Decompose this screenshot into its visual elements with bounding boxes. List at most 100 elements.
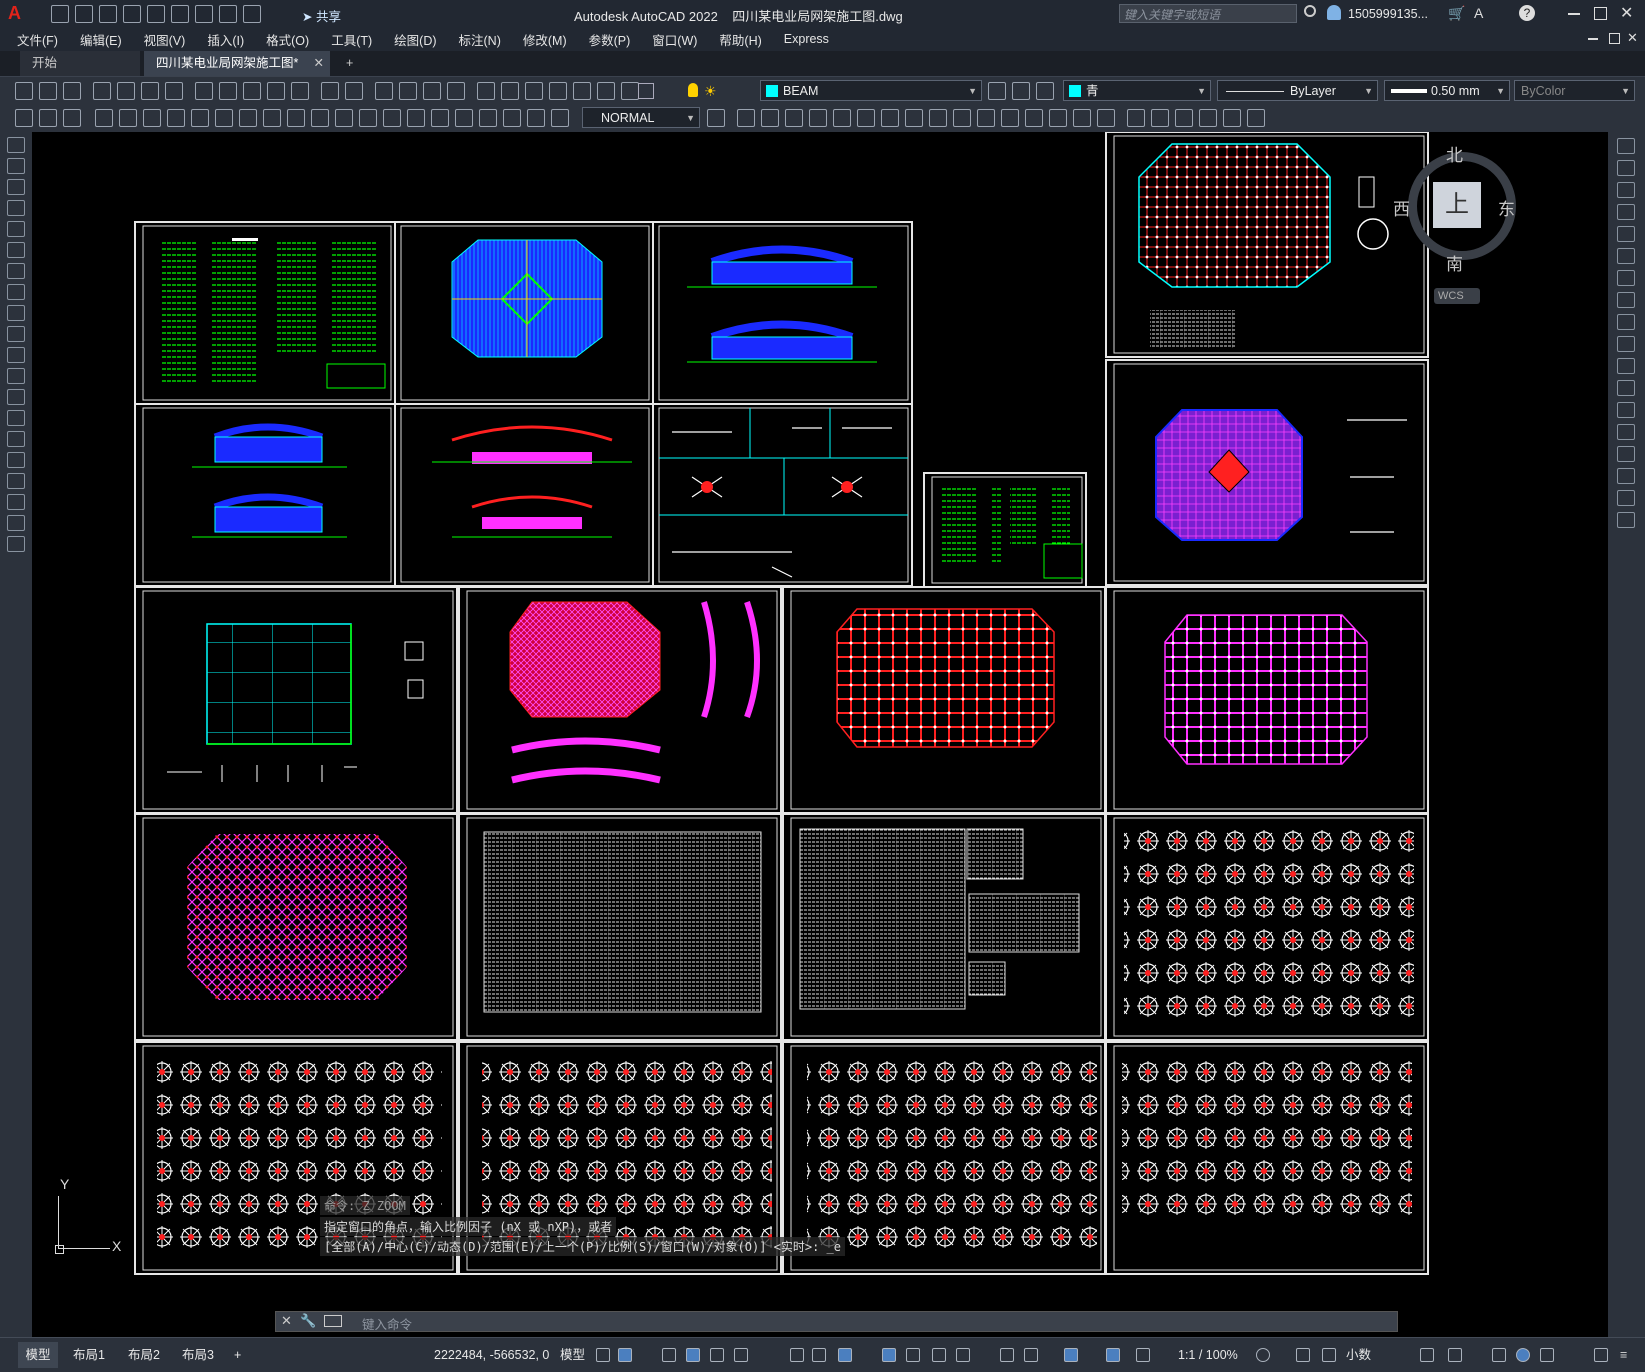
explode-icon[interactable] — [1617, 512, 1635, 528]
draworder-below-icon[interactable] — [1199, 109, 1217, 127]
hardware-acceleration-icon[interactable] — [1516, 1348, 1530, 1362]
menu-format[interactable]: 格式(O) — [266, 30, 309, 49]
tolerance-icon[interactable] — [407, 109, 425, 127]
qdim-icon[interactable] — [287, 109, 305, 127]
autodesk-app-icon[interactable]: A — [1474, 5, 1483, 21]
menu-window[interactable]: 窗口(W) — [652, 30, 697, 49]
3d-print-icon[interactable] — [165, 82, 183, 100]
copy-obj-icon[interactable] — [761, 109, 779, 127]
customization-menu-icon[interactable]: ≡ — [1620, 1338, 1627, 1372]
dim-baseline-icon[interactable] — [311, 109, 329, 127]
menu-insert[interactable]: 插入(I) — [207, 30, 244, 49]
rotate-icon[interactable] — [881, 109, 899, 127]
layer-off-icon[interactable] — [39, 109, 57, 127]
scale-icon[interactable] — [905, 109, 923, 127]
menu-file[interactable]: 文件(F) — [17, 30, 58, 49]
dim-arc-icon[interactable] — [143, 109, 161, 127]
layer-properties-icon[interactable] — [638, 83, 654, 99]
pan-icon[interactable] — [375, 82, 393, 100]
qnew-icon[interactable] — [15, 82, 33, 100]
draworder-front-icon[interactable] — [1127, 109, 1145, 127]
tab-start[interactable]: 开始 — [20, 51, 140, 76]
new-icon[interactable] — [51, 5, 69, 23]
dim-jogged-icon[interactable] — [215, 109, 233, 127]
offset-icon[interactable] — [1617, 204, 1635, 220]
menu-express[interactable]: Express — [784, 32, 829, 46]
menu-draw[interactable]: 绘图(D) — [394, 30, 436, 49]
mirror-icon[interactable] — [1617, 182, 1635, 198]
help-icon[interactable]: ? — [1519, 5, 1535, 21]
redo-icon[interactable] — [243, 5, 261, 23]
chamfer-icon[interactable] — [1617, 446, 1635, 462]
stretch-icon[interactable] — [1617, 314, 1635, 330]
dim-continue-icon[interactable] — [335, 109, 353, 127]
command-input[interactable]: 键入命令 — [362, 1314, 412, 1333]
dimstyle-dropdown[interactable]: NORMAL ▼ — [582, 107, 700, 128]
extend-icon[interactable] — [977, 109, 995, 127]
zoom-realtime-icon[interactable] — [399, 82, 417, 100]
join-icon[interactable] — [1617, 424, 1635, 440]
fillet-icon[interactable] — [1073, 109, 1091, 127]
dim-linear-icon[interactable] — [95, 109, 113, 127]
maximize-button[interactable] — [1594, 7, 1607, 20]
spline-icon[interactable] — [7, 305, 25, 321]
doc-close-button[interactable]: ✕ — [1627, 30, 1638, 46]
save-web-icon[interactable] — [171, 5, 189, 23]
dim-angular-icon[interactable] — [263, 109, 281, 127]
match-prop-icon[interactable] — [267, 82, 285, 100]
array-icon[interactable] — [833, 109, 851, 127]
ortho-icon[interactable] — [710, 1348, 724, 1362]
selection-cycling-icon[interactable] — [932, 1348, 946, 1362]
menu-modify[interactable]: 修改(M) — [523, 30, 567, 49]
color-dropdown[interactable]: 青 ▼ — [1063, 80, 1211, 101]
redo-icon[interactable] — [345, 82, 363, 100]
grid-icon[interactable] — [596, 1348, 610, 1362]
insert-block-icon[interactable] — [7, 368, 25, 384]
dim-diameter-icon[interactable] — [239, 109, 257, 127]
markup-icon[interactable] — [573, 82, 591, 100]
gradient-icon[interactable] — [7, 452, 25, 468]
command-close-icon[interactable]: ✕ — [281, 1313, 292, 1329]
viewcube-east[interactable]: 东 — [1498, 195, 1515, 220]
dim-aligned-icon[interactable] — [119, 109, 137, 127]
line-icon[interactable] — [7, 137, 25, 153]
draworder-above-icon[interactable] — [1175, 109, 1193, 127]
open-icon[interactable] — [39, 82, 57, 100]
plot-icon[interactable] — [93, 82, 111, 100]
viewcube-north[interactable]: 北 — [1446, 141, 1463, 166]
design-center-icon[interactable] — [501, 82, 519, 100]
move-icon[interactable] — [1617, 248, 1635, 264]
command-recent-icon[interactable] — [324, 1315, 342, 1327]
tab-close-icon[interactable]: ✕ — [314, 51, 324, 76]
dynamic-ucs-icon[interactable] — [1000, 1348, 1014, 1362]
preview-icon[interactable] — [117, 82, 135, 100]
annotation-monitor-icon[interactable] — [1296, 1348, 1310, 1362]
doc-minimize-button[interactable] — [1588, 38, 1598, 40]
new-tab-button[interactable]: + — [334, 51, 360, 76]
dim-update-icon[interactable] — [551, 109, 569, 127]
lock-ui-icon[interactable] — [1448, 1348, 1462, 1362]
trim-icon[interactable] — [1617, 336, 1635, 352]
selection-filter-icon[interactable] — [1024, 1348, 1038, 1362]
units-icon[interactable] — [1322, 1348, 1336, 1362]
add-selected-icon[interactable] — [7, 536, 25, 552]
layout-tab-model[interactable]: 模型 — [18, 1342, 58, 1368]
doc-restore-button[interactable] — [1609, 33, 1620, 44]
break-point-icon[interactable] — [1617, 380, 1635, 396]
autocad-logo-icon[interactable]: A — [8, 4, 26, 23]
layer-bulb-icon[interactable] — [688, 83, 698, 97]
infer-constraints-icon[interactable] — [662, 1348, 676, 1362]
layer-icon[interactable] — [15, 109, 33, 127]
object-snap-icon[interactable] — [838, 1348, 852, 1362]
save-as-icon[interactable] — [123, 5, 141, 23]
table-icon[interactable] — [7, 494, 25, 510]
ellipse-icon[interactable] — [7, 326, 25, 342]
auto-scale-icon[interactable] — [1136, 1348, 1150, 1362]
publish-icon[interactable] — [141, 82, 159, 100]
circle-icon[interactable] — [7, 263, 25, 279]
isodraft-icon[interactable] — [790, 1348, 804, 1362]
paste-icon[interactable] — [243, 82, 261, 100]
copy-icon[interactable] — [219, 82, 237, 100]
calculator-icon[interactable] — [597, 82, 615, 100]
search-icon[interactable] — [1304, 5, 1316, 17]
